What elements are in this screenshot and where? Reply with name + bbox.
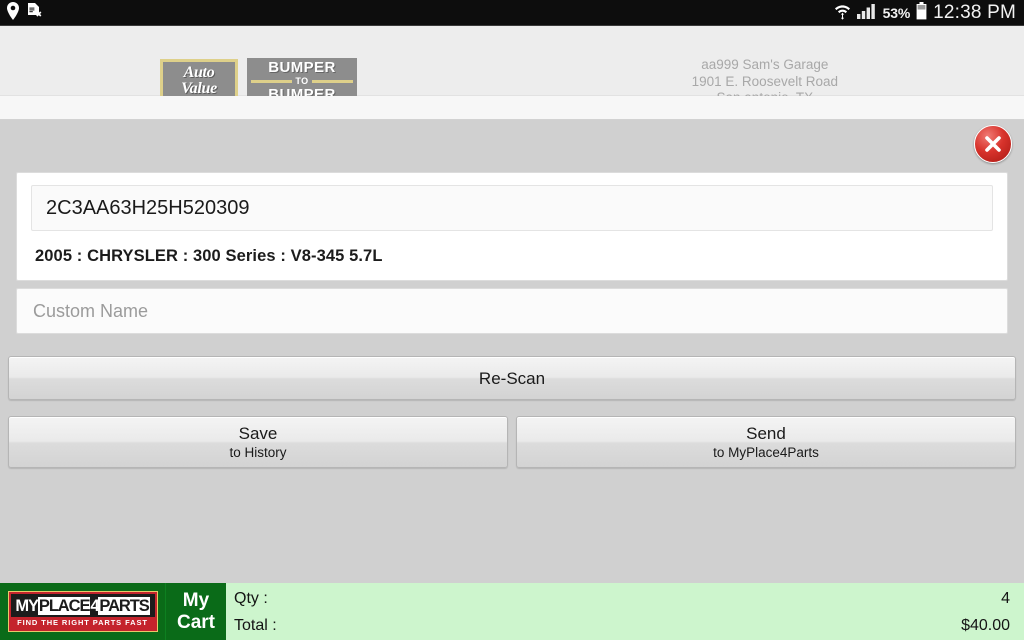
logo-value-text: Value <box>181 80 217 97</box>
status-bar-left-icons <box>6 1 44 25</box>
vin-input[interactable] <box>31 185 993 231</box>
cart-total-label: Total : <box>234 616 277 634</box>
logo-my-text: MY <box>15 597 39 615</box>
bottom-bar: MYPLACE4PARTS FIND THE RIGHT PARTS FAST … <box>0 583 1024 640</box>
cart-label-line1: My <box>182 589 210 611</box>
logo-bar-left <box>251 79 293 83</box>
signal-bars-icon <box>856 3 877 24</box>
battery-percent-label: 53% <box>882 5 911 21</box>
myplace4parts-tagline: FIND THE RIGHT PARTS FAST <box>10 617 155 629</box>
logo-bumper-top-text: BUMPER <box>268 59 336 76</box>
location-pin-icon <box>6 1 20 25</box>
cart-label-line2: Cart <box>176 611 215 633</box>
logo-to-row: TO <box>247 76 357 86</box>
header-strip <box>0 96 1024 120</box>
rescan-button[interactable]: Re-Scan <box>8 356 1016 400</box>
myplace4parts-logo-text: MYPLACE4PARTS <box>15 596 150 616</box>
cart-totals: Qty : 4 Total : $40.00 <box>226 583 1024 640</box>
wifi-icon <box>834 2 851 25</box>
cart-total-row: Total : $40.00 <box>234 612 1010 639</box>
battery-icon <box>916 1 927 25</box>
save-to-history-button[interactable]: Save to History <box>8 416 508 468</box>
vin-result-panel: 2005 : CHRYSLER : 300 Series : V8-345 5.… <box>16 172 1008 281</box>
clock-label: 12:38 PM <box>933 2 1016 23</box>
custom-name-input[interactable] <box>16 288 1008 334</box>
store-name: aa999 Sam's Garage <box>701 57 829 72</box>
vin-scan-modal-overlay: 2005 : CHRYSLER : 300 Series : V8-345 5.… <box>0 120 1024 583</box>
logo-place-text: PLACE <box>37 597 90 615</box>
status-bar: 53% 12:38 PM <box>0 0 1024 26</box>
myplace4parts-logo-box: MYPLACE4PARTS FIND THE RIGHT PARTS FAST <box>7 591 158 632</box>
save-button-label: Save <box>238 423 278 443</box>
status-bar-right-icons: 53% 12:38 PM <box>834 1 1016 25</box>
cart-qty-label: Qty : <box>234 589 268 607</box>
send-button-sublabel: to MyPlace4Parts <box>713 444 819 460</box>
app-header: Auto Value BUMPER TO BUMPER aa999 Sam's … <box>0 26 1024 122</box>
send-button-label: Send <box>746 423 786 443</box>
save-button-sublabel: to History <box>229 444 287 460</box>
vehicle-description: 2005 : CHRYSLER : 300 Series : V8-345 5.… <box>35 247 383 265</box>
my-cart-button[interactable]: My Cart <box>165 583 226 640</box>
cart-qty-row: Qty : 4 <box>234 585 1010 612</box>
myplace4parts-logo[interactable]: MYPLACE4PARTS FIND THE RIGHT PARTS FAST <box>0 583 165 640</box>
logo-auto-text: Auto <box>183 64 215 81</box>
sim-card-missing-icon <box>26 2 44 25</box>
cart-total-value: $40.00 <box>961 616 1010 634</box>
logo-to-text: TO <box>295 76 309 86</box>
rescan-button-label: Re-Scan <box>478 368 546 388</box>
logo-parts-text: PARTS <box>98 597 150 615</box>
close-icon[interactable] <box>974 125 1012 163</box>
store-street: 1901 E. Roosevelt Road <box>691 73 838 89</box>
logo-bar-right <box>311 79 353 83</box>
cart-qty-value: 4 <box>1001 589 1010 607</box>
send-to-myplace4parts-button[interactable]: Send to MyPlace4Parts <box>516 416 1016 468</box>
